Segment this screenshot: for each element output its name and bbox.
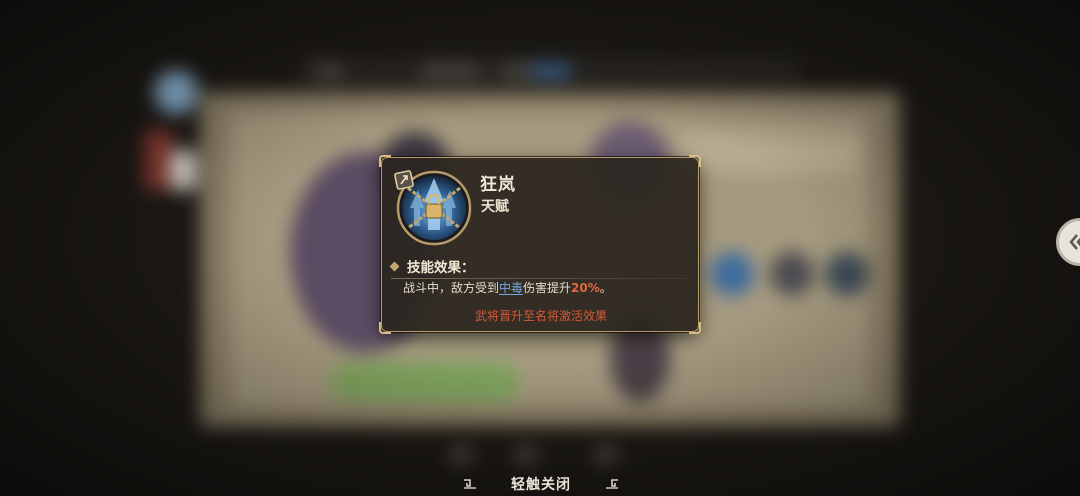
effect-section-header: 技能效果： — [389, 255, 689, 277]
description-text: 伤害提升 — [523, 281, 572, 295]
description-text: 。 — [599, 281, 612, 295]
frame-corner — [689, 155, 701, 167]
activation-note: 武将晋升至名将激活效果 — [474, 309, 607, 323]
right-ornament-icon — [606, 479, 618, 489]
bonus-percent: 20% — [571, 281, 600, 295]
close-label: 轻触关闭 — [511, 477, 571, 493]
section-label: 技能效果： — [407, 260, 475, 276]
diamond-bullet-icon — [389, 261, 400, 271]
skill-name: 狂岚 — [480, 175, 516, 195]
chained-lock-skill-icon — [394, 170, 472, 246]
game-screen[interactable]: 狂岚 天赋 技能效果： 战斗中，敌方受到中毒伤害提升20%。 武将晋升至名将激活… — [0, 0, 1080, 496]
tap-to-close[interactable]: 轻触关闭 — [462, 474, 620, 494]
frame-corner — [379, 155, 391, 167]
poison-keyword-link[interactable]: 中毒 — [499, 281, 523, 295]
left-ornament-icon — [464, 479, 476, 489]
double-chevron-left-icon — [1069, 234, 1080, 250]
skill-type: 天赋 — [481, 199, 509, 215]
skill-description: 战斗中，敌方受到中毒伤害提升20%。 — [403, 279, 612, 296]
description-text: 战斗中，敌方受到 — [403, 281, 500, 295]
skill-tooltip: 狂岚 天赋 技能效果： 战斗中，敌方受到中毒伤害提升20%。 武将晋升至名将激活… — [379, 155, 701, 334]
